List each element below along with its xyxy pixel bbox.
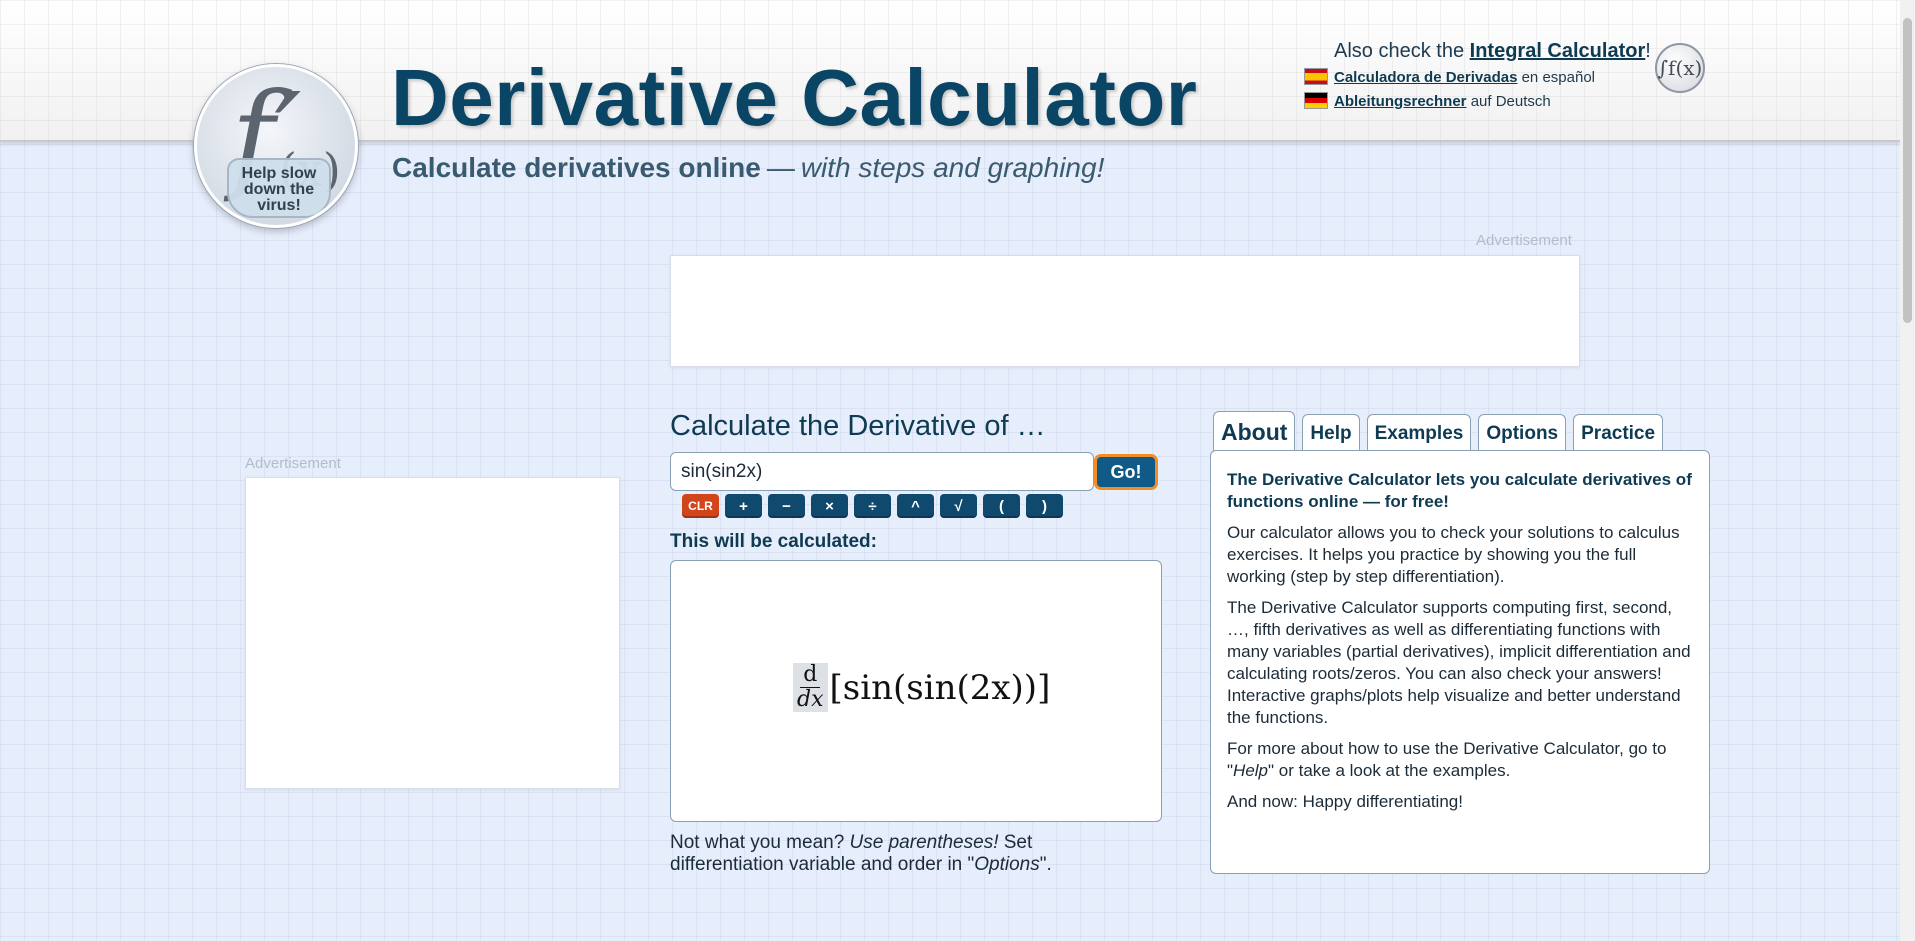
side-ad-label: Advertisement bbox=[245, 455, 341, 472]
derivative-numerator: d bbox=[800, 663, 821, 688]
integral-calculator-icon[interactable]: ∫f(x) bbox=[1655, 43, 1705, 93]
logo-mask-badge: Help slow down the virus! bbox=[227, 158, 331, 218]
info-tabs: About Help Examples Options Practice bbox=[1213, 410, 1664, 453]
preview-label: This will be calculated: bbox=[670, 531, 877, 552]
about-paragraph-3: For more about how to use the Derivative… bbox=[1227, 738, 1693, 782]
spanish-link-row: Calculadora de Derivadas en español bbox=[1304, 68, 1595, 86]
about-paragraph-4: And now: Happy differentiating! bbox=[1227, 792, 1463, 811]
calculator-heading: Calculate the Derivative of … bbox=[670, 410, 1046, 442]
expression-input[interactable] bbox=[670, 452, 1094, 491]
multiply-key[interactable]: × bbox=[811, 494, 848, 518]
german-suffix: auf Deutsch bbox=[1470, 93, 1551, 110]
spanish-suffix: en español bbox=[1521, 69, 1595, 86]
about-lead: The Derivative Calculator lets you calcu… bbox=[1227, 470, 1692, 511]
tab-about[interactable]: About bbox=[1213, 411, 1296, 453]
side-ad-box[interactable] bbox=[245, 477, 620, 789]
also-suffix: ! bbox=[1645, 40, 1651, 62]
mask-line-3: virus! bbox=[257, 197, 301, 214]
subtitle-strong: Calculate derivatives online bbox=[392, 152, 761, 183]
go-button[interactable]: Go! bbox=[1094, 454, 1158, 490]
top-ad-label: Advertisement bbox=[1476, 232, 1572, 249]
minus-key[interactable]: − bbox=[768, 494, 805, 518]
subtitle-dash: — bbox=[766, 152, 795, 183]
clear-key[interactable]: CLR bbox=[682, 494, 719, 518]
also-check-line: Also check the Integral Calculator! bbox=[1334, 40, 1651, 63]
mask-line-2: down the bbox=[243, 181, 315, 198]
top-ad-box[interactable] bbox=[670, 255, 1580, 367]
close-paren-key[interactable]: ) bbox=[1026, 494, 1063, 518]
german-version-link[interactable]: Ableitungsrechner bbox=[1334, 93, 1467, 110]
hint-part-2: Use parentheses! bbox=[849, 832, 999, 853]
hint-part-1: Not what you mean? bbox=[670, 832, 845, 853]
tab-examples[interactable]: Examples bbox=[1366, 414, 1472, 452]
about-panel: The Derivative Calculator lets you calcu… bbox=[1210, 450, 1710, 874]
page-scrollbar[interactable] bbox=[1900, 0, 1915, 941]
math-keypad: CLR + − × ÷ ^ √ ( ) bbox=[682, 494, 1063, 518]
derivative-denominator-text: dx bbox=[797, 687, 824, 712]
site-title[interactable]: Derivative Calculator bbox=[391, 52, 1197, 144]
german-link-row: Ableitungsrechner auf Deutsch bbox=[1304, 92, 1551, 110]
power-key[interactable]: ^ bbox=[897, 494, 934, 518]
about-paragraph-1: Our calculator allows you to check your … bbox=[1227, 523, 1680, 586]
spanish-version-link[interactable]: Calculadora de Derivadas bbox=[1334, 69, 1517, 86]
also-prefix: Also check the bbox=[1334, 40, 1465, 62]
hint-options-link[interactable]: Options bbox=[974, 854, 1039, 875]
tab-options[interactable]: Options bbox=[1478, 414, 1567, 452]
site-logo[interactable]: f′ (x) Help slow down the virus! bbox=[194, 64, 358, 228]
plus-key[interactable]: + bbox=[725, 494, 762, 518]
mask-line-1: Help slow bbox=[241, 165, 317, 182]
open-paren-key[interactable]: ( bbox=[983, 494, 1020, 518]
integral-calculator-link[interactable]: Integral Calculator bbox=[1470, 40, 1646, 62]
about-p3-c: " or take a look at the examples. bbox=[1268, 761, 1511, 780]
divide-key[interactable]: ÷ bbox=[854, 494, 891, 518]
tab-practice[interactable]: Practice bbox=[1573, 414, 1664, 452]
about-help-link[interactable]: Help bbox=[1233, 761, 1268, 780]
subtitle-emphasis: with steps and graphing! bbox=[800, 152, 1105, 183]
spain-flag-icon bbox=[1304, 68, 1328, 85]
tab-help[interactable]: Help bbox=[1302, 414, 1360, 452]
preview-math: d dx [sin(sin(2x))] bbox=[793, 663, 1050, 712]
preview-expression: [sin(sin(2x))] bbox=[829, 667, 1051, 708]
scrollbar-thumb[interactable] bbox=[1903, 18, 1912, 323]
sqrt-key[interactable]: √ bbox=[940, 494, 977, 518]
derivative-denominator: dx bbox=[797, 688, 824, 712]
expression-preview: d dx [sin(sin(2x))] bbox=[670, 560, 1162, 822]
germany-flag-icon bbox=[1304, 92, 1328, 109]
about-paragraph-2: The Derivative Calculator supports compu… bbox=[1227, 598, 1691, 727]
derivative-operator[interactable]: d dx bbox=[793, 663, 828, 712]
site-subtitle: Calculate derivatives online — with steps … bbox=[392, 152, 1104, 184]
hint-part-5: ". bbox=[1039, 854, 1052, 875]
parentheses-hint: Not what you mean? Use parentheses! Set … bbox=[670, 832, 1110, 876]
